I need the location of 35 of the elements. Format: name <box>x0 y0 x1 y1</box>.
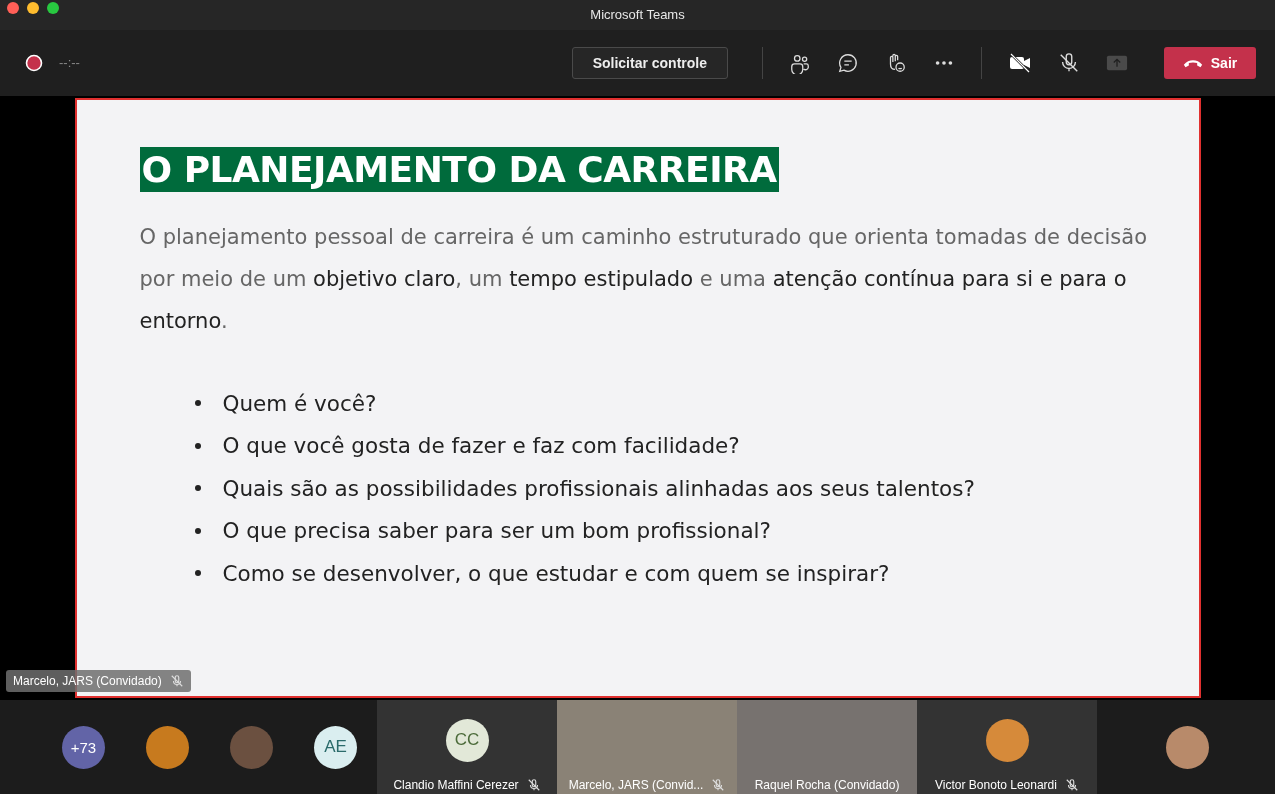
camera-off-icon[interactable] <box>1008 50 1032 75</box>
phone-hang-up-icon <box>1182 57 1203 68</box>
call-timer: --:-- <box>59 55 80 71</box>
bullet-icon <box>194 485 201 491</box>
bullet-icon <box>194 570 201 576</box>
participant-name: Victor Bonoto Leonardi <box>935 778 1057 792</box>
leave-button[interactable]: Sair <box>1164 46 1256 79</box>
mic-off-icon <box>526 778 541 792</box>
maximize-window-button[interactable] <box>47 2 59 14</box>
mic-off-icon <box>1064 778 1079 792</box>
initials-avatar: CC <box>445 718 489 762</box>
close-window-button[interactable] <box>7 2 19 14</box>
chat-icon[interactable] <box>837 51 859 74</box>
bullet-icon <box>194 527 201 534</box>
bullet-text: Quem é você? <box>222 390 377 416</box>
bullet-text: O que você gosta de fazer e faz com facilidade? <box>222 433 740 458</box>
minimize-window-button[interactable] <box>27 2 39 14</box>
mic-off-icon[interactable] <box>1058 51 1080 74</box>
bullet-icon <box>194 400 201 406</box>
bullet-text: Quais são as possibilidades profissionais alinhadas aos seus talentos? <box>222 475 975 501</box>
mic-off-icon <box>711 778 726 792</box>
slide-title: O PLANEJAMENTO DA CARREIRA <box>139 146 779 192</box>
participant-name: Raquel Rocha (Convidado) <box>754 778 900 792</box>
bullet-text: O que precisa saber para ser um bom profissional? <box>222 518 771 543</box>
window-title: Microsoft Teams <box>590 7 685 23</box>
request-control-button[interactable]: Solicitar controle <box>571 46 728 79</box>
participant-name: Clandio Maffini Cerezer <box>393 778 519 792</box>
initials-avatar: AE <box>314 725 357 769</box>
bullet-text: Como se desenvolver, o que estudar e com quem se inspirar? <box>222 560 890 586</box>
bullet-icon <box>194 442 201 449</box>
slide-paragraph: O planejamento pessoal de carreira é um caminho estruturado que orienta tomadas de decisão por meio de um objetivo claro, um tempo estipulado e uma atenção contínua para si e para o entorno. <box>139 223 1148 335</box>
presenter-name: Marcelo, JARS (Convidado) <box>13 674 162 689</box>
participant-count-badge[interactable]: +73 <box>62 725 105 769</box>
participant-name: Marcelo, JARS (Convid... <box>568 778 704 792</box>
mic-off-icon <box>169 674 184 689</box>
